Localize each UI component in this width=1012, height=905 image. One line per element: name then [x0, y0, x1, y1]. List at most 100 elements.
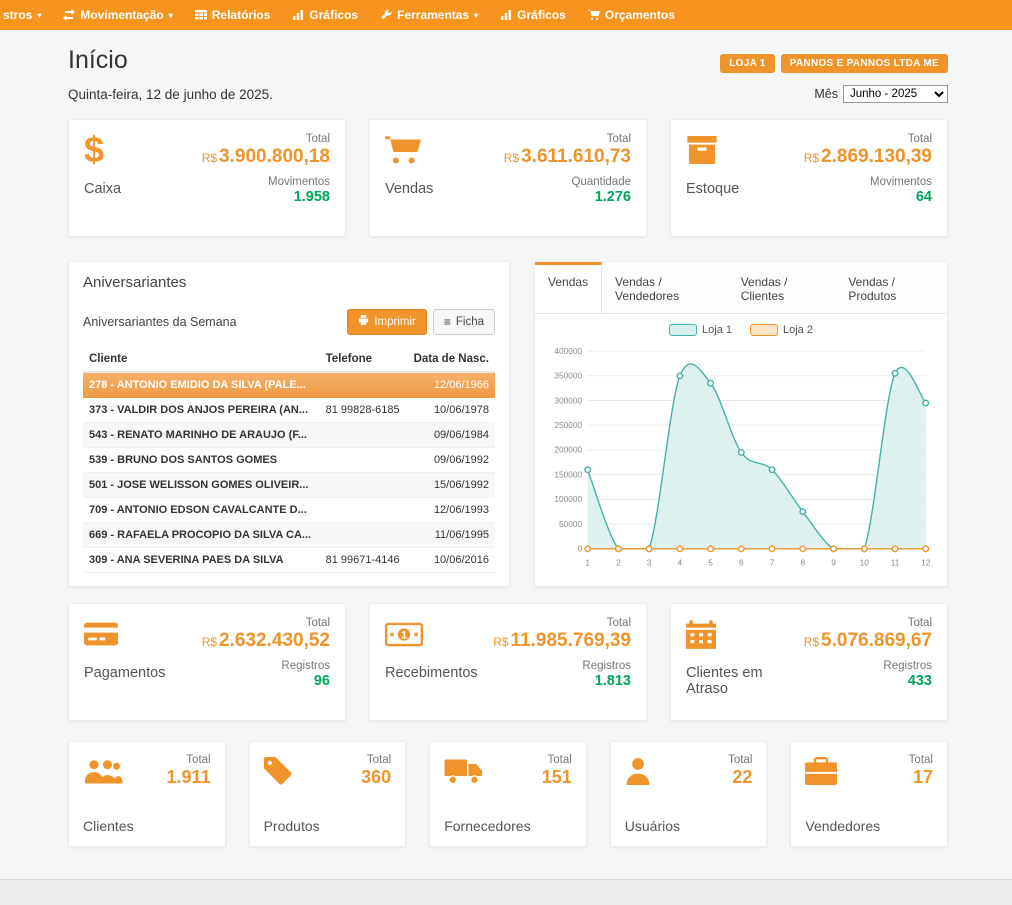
wrench-icon: [380, 9, 392, 21]
svg-text:7: 7: [770, 557, 775, 567]
col-data-nasc: Data de Nasc.: [407, 347, 495, 372]
stat-card-left: Pagamentos: [84, 617, 165, 707]
series-loja-1: [585, 364, 929, 552]
cell-cliente: 501 - JOSE WELISSON GOMES OLIVEIR...: [83, 473, 320, 498]
store-badge: LOJA 1: [720, 54, 774, 73]
cell-telefone: [320, 423, 407, 448]
banknote-icon: 1: [385, 617, 478, 651]
cell-cliente: 309 - ANA SEVERINA PAES DA SILVA: [83, 548, 320, 573]
table-row[interactable]: 709 - ANTONIO EDSON CAVALCANTE D... 12/0…: [83, 498, 495, 523]
stat-card-right: Total R$2.632.430,52 Registros 96: [202, 617, 330, 707]
cell-cliente: 709 - ANTONIO EDSON CAVALCANTE D...: [83, 498, 320, 523]
nav-item-ferramentas[interactable]: Ferramentas ▾: [369, 0, 489, 30]
stat-card-right: Total R$5.076.869,67 Registros 433: [804, 617, 932, 707]
nav-item-graficos-1[interactable]: Gráficos: [281, 0, 369, 30]
svg-text:50000: 50000: [559, 519, 582, 529]
nav-item-label: Orçamentos: [605, 8, 675, 22]
total-label: Total: [202, 133, 330, 145]
metric-value: 1.813: [493, 673, 631, 689]
ficha-button[interactable]: ≡ Ficha: [433, 309, 495, 335]
print-button[interactable]: Imprimir: [347, 309, 427, 335]
count-cards-row: Total 1.911 Clientes Total 360 Produtos …: [68, 741, 948, 847]
stat-card-left: Estoque: [686, 133, 739, 223]
svg-text:2: 2: [616, 557, 621, 567]
month-label: Mês: [814, 87, 838, 101]
stat-card-label: Caixa: [84, 181, 121, 197]
panel-title: Aniversariantes: [83, 274, 495, 291]
nav-item-orcamentos[interactable]: Orçamentos: [577, 0, 686, 30]
metric-label: Registros: [202, 660, 330, 672]
legend-item[interactable]: Loja 2: [750, 324, 813, 336]
table-row[interactable]: 278 - ANTONIO EMIDIO DA SILVA (PALE... 1…: [83, 372, 495, 398]
nav-item-graficos-2[interactable]: Gráficos: [489, 0, 577, 30]
total-value: R$11.985.769,39: [493, 630, 631, 652]
table-row[interactable]: 539 - BRUNO DOS SANTOS GOMES 09/06/1992: [83, 448, 495, 473]
legend-item[interactable]: Loja 1: [669, 324, 732, 336]
svg-text:150000: 150000: [554, 469, 582, 479]
list-icon: ≡: [444, 316, 451, 328]
stat-card-estoque: Estoque Total R$2.869.130,39 Movimentos …: [670, 119, 948, 237]
total-label: Total: [542, 754, 572, 766]
table-row[interactable]: 373 - VALDIR DOS ANJOS PEREIRA (AN... 81…: [83, 398, 495, 423]
svg-text:250000: 250000: [554, 420, 582, 430]
svg-text:11: 11: [891, 557, 900, 567]
tab-vendas-vendedores[interactable]: Vendas / Vendedores: [602, 262, 728, 313]
count-card-usuarios: Total 22 Usuários: [610, 741, 768, 847]
total-label: Total: [493, 617, 631, 629]
page-title: Início: [68, 46, 128, 75]
printer-icon: [358, 315, 369, 329]
cell-data-nasc: 09/06/1984: [407, 423, 495, 448]
cell-data-nasc: 10/06/2016: [407, 548, 495, 573]
count-card-vendedores: Total 17 Vendedores: [790, 741, 948, 847]
nav-item-movimentacao[interactable]: Movimentação ▾: [52, 0, 183, 30]
count-card-label: Vendedores: [805, 818, 933, 834]
cell-cliente: 539 - BRUNO DOS SANTOS GOMES: [83, 448, 320, 473]
cell-data-nasc: 15/06/1992: [407, 473, 495, 498]
stat-card-recebimentos: 1 Recebimentos Total R$11.985.769,39 Reg…: [369, 603, 647, 721]
caret-down-icon: ▾: [169, 12, 173, 20]
nav-item-label: Ferramentas: [397, 8, 469, 22]
count-card-label: Usuários: [625, 818, 753, 834]
total-label: Total: [909, 754, 933, 766]
count-card-label: Produtos: [264, 818, 392, 834]
print-button-label: Imprimir: [374, 316, 416, 328]
count-card-label: Fornecedores: [444, 818, 572, 834]
svg-text:350000: 350000: [554, 371, 582, 381]
company-badge: PANNOS E PANNOS LTDA ME: [781, 54, 948, 73]
count-value: 17: [909, 767, 933, 788]
stat-card-vendas: Vendas Total R$3.611.610,73 Quantidade 1…: [369, 119, 647, 237]
sales-chart-panel: Vendas Vendas / Vendedores Vendas / Clie…: [534, 261, 948, 587]
table-row[interactable]: 669 - RAFAELA PROCOPIO DA SILVA CA... 11…: [83, 523, 495, 548]
svg-text:8: 8: [800, 557, 805, 567]
total-label: Total: [167, 754, 211, 766]
tab-vendas-produtos[interactable]: Vendas / Produtos: [835, 262, 947, 313]
cell-telefone: [320, 473, 407, 498]
svg-text:3: 3: [647, 557, 652, 567]
nav-item-cadastros[interactable]: stros ▾: [0, 0, 52, 30]
nav-item-label: Relatórios: [212, 8, 271, 22]
table-row[interactable]: 309 - ANA SEVERINA PAES DA SILVA 81 9967…: [83, 548, 495, 573]
svg-text:1: 1: [585, 557, 590, 567]
stat-card-left: 1 Recebimentos: [385, 617, 478, 707]
table-row[interactable]: 543 - RENATO MARINHO DE ARAUJO (F... 09/…: [83, 423, 495, 448]
page-footer: [0, 879, 1012, 905]
total-value: R$2.632.430,52: [202, 630, 330, 652]
legend-swatch: [669, 324, 697, 336]
table-row[interactable]: 501 - JOSE WELISSON GOMES OLIVEIR... 15/…: [83, 473, 495, 498]
stat-card-pagamentos: Pagamentos Total R$2.632.430,52 Registro…: [68, 603, 346, 721]
birthday-toolbar: Aniversariantes da Semana Imprimir ≡ Fic…: [83, 309, 495, 335]
month-select[interactable]: Junho - 2025: [843, 85, 948, 103]
tab-vendas[interactable]: Vendas: [535, 262, 602, 313]
nav-item-relatorios[interactable]: Relatórios: [184, 0, 282, 30]
stat-card-label: Recebimentos: [385, 665, 478, 681]
total-value: R$2.869.130,39: [804, 146, 932, 168]
tab-vendas-clientes[interactable]: Vendas / Clientes: [728, 262, 836, 313]
total-label: Total: [504, 133, 631, 145]
count-value: 1.911: [167, 767, 211, 788]
metric-label: Movimentos: [804, 176, 932, 188]
page-header: Início LOJA 1 PANNOS E PANNOS LTDA ME: [68, 46, 948, 75]
chart-tabs: Vendas Vendas / Vendedores Vendas / Clie…: [535, 262, 947, 314]
bar-chart-icon: [500, 9, 512, 21]
nav-item-label: Gráficos: [517, 8, 566, 22]
svg-text:1: 1: [401, 629, 407, 641]
